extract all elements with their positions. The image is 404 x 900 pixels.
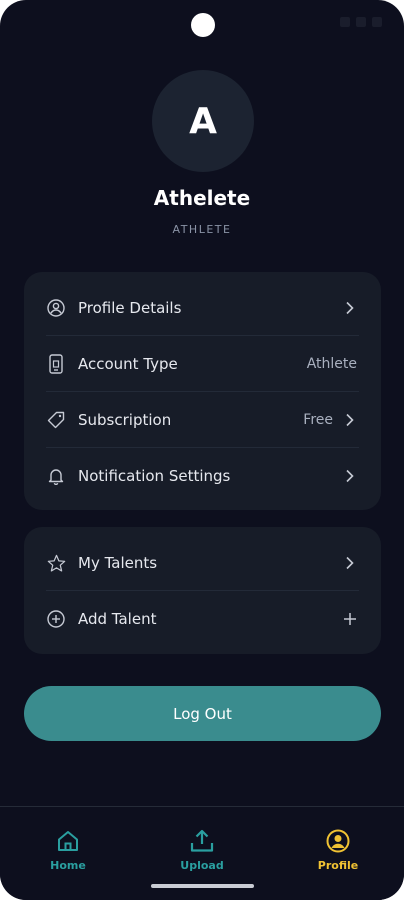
avatar: A <box>152 70 254 172</box>
user-circle-icon <box>46 298 66 318</box>
battery-icon <box>372 17 382 27</box>
account-type-value: Athlete <box>306 356 357 372</box>
add-talent-row[interactable]: Add Talent <box>46 591 359 647</box>
notification-settings-label: Notification Settings <box>78 467 231 485</box>
phone-screen: A Athelete ATHLETE Profile Details Accou… <box>0 0 404 900</box>
subscription-value: Free <box>303 412 333 428</box>
chevron-right-icon <box>341 411 359 429</box>
account-type-row[interactable]: Account Type Athlete <box>46 336 359 392</box>
signal-icon <box>356 17 366 27</box>
my-talents-row[interactable]: My Talents <box>46 535 359 591</box>
chevron-right-icon <box>341 554 359 572</box>
my-talents-label: My Talents <box>78 554 158 572</box>
subscription-row[interactable]: Subscription Free <box>46 392 359 448</box>
status-icons <box>340 17 382 27</box>
nav-profile[interactable]: Profile <box>293 827 383 872</box>
nav-upload[interactable]: Upload <box>157 827 247 872</box>
profile-details-label: Profile Details <box>78 299 182 317</box>
plus-circle-icon <box>46 609 66 629</box>
tag-icon <box>46 410 66 430</box>
camera-cutout <box>191 13 215 37</box>
talents-card: My Talents Add Talent <box>24 527 381 654</box>
status-bar <box>0 0 404 44</box>
chevron-right-icon <box>341 299 359 317</box>
settings-card: Profile Details Account Type Athlete Sub… <box>24 272 381 510</box>
chevron-right-icon <box>341 467 359 485</box>
notification-settings-row[interactable]: Notification Settings <box>46 448 359 504</box>
nav-profile-label: Profile <box>317 859 359 872</box>
avatar-letter: A <box>189 100 217 142</box>
account-type-label: Account Type <box>78 355 178 373</box>
logout-button[interactable]: Log Out <box>24 686 381 741</box>
phone-icon <box>46 354 66 374</box>
profile-details-row[interactable]: Profile Details <box>46 280 359 336</box>
nav-home[interactable]: Home <box>23 827 113 872</box>
home-indicator <box>151 884 254 888</box>
wifi-icon <box>340 17 350 27</box>
bell-icon <box>46 466 66 486</box>
subscription-label: Subscription <box>78 411 172 429</box>
add-talent-label: Add Talent <box>78 610 157 628</box>
nav-home-label: Home <box>50 859 86 872</box>
profile-name: Athelete <box>153 186 251 210</box>
nav-upload-label: Upload <box>180 859 224 872</box>
upload-icon <box>157 827 247 855</box>
profile-role: ATHLETE <box>172 223 232 236</box>
profile-icon <box>293 827 383 855</box>
home-icon <box>23 827 113 855</box>
plus-icon <box>341 610 359 628</box>
star-icon <box>46 553 66 573</box>
